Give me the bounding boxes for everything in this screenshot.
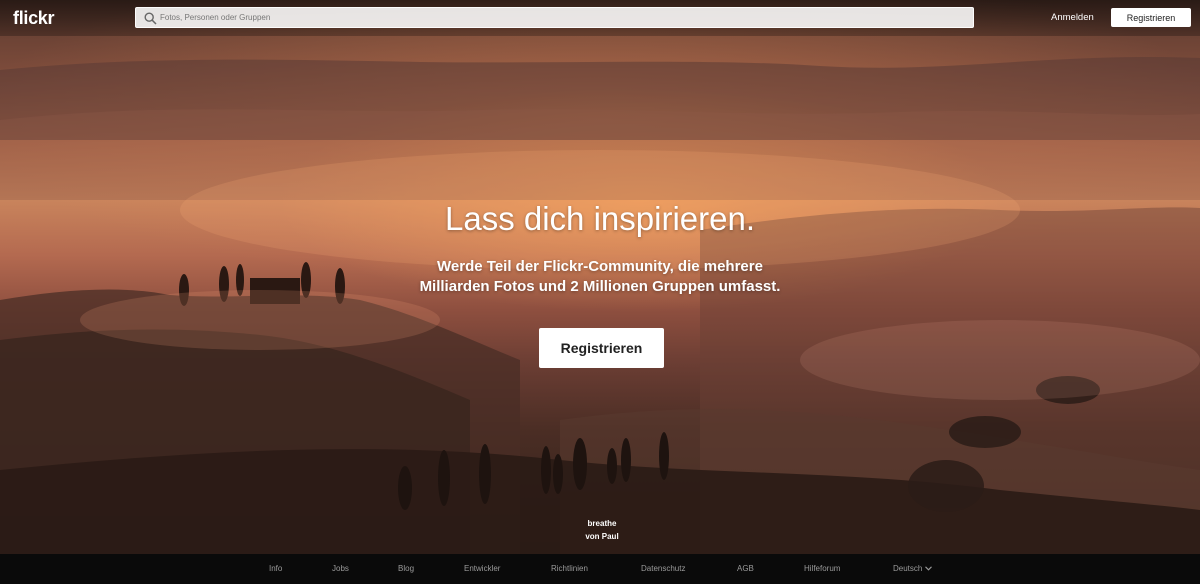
hero-subline: Werde Teil der Flickr-Community, die meh…: [419, 258, 781, 295]
photo-credit: breathe von Paul: [540, 517, 664, 543]
footer-link-entwickler[interactable]: Entwickler: [464, 564, 500, 573]
search-box[interactable]: [135, 7, 974, 28]
footer-link-hilfeforum[interactable]: Hilfeforum: [804, 564, 840, 573]
language-selector[interactable]: Deutsch: [893, 564, 933, 573]
signup-button-hero[interactable]: Registrieren: [539, 328, 664, 368]
footer-link-blog[interactable]: Blog: [398, 564, 414, 573]
top-navigation-bar: flickr Anmelden Registrieren: [0, 0, 1200, 36]
search-input[interactable]: [160, 8, 960, 27]
footer: Info Jobs Blog Entwickler Richtlinien Da…: [0, 554, 1200, 584]
login-link[interactable]: Anmelden: [1051, 12, 1094, 23]
footer-link-info[interactable]: Info: [269, 564, 282, 573]
flickr-logo[interactable]: flickr: [13, 8, 55, 29]
signup-button-header[interactable]: Registrieren: [1111, 8, 1191, 27]
footer-link-agb[interactable]: AGB: [737, 564, 754, 573]
footer-link-richtlinien[interactable]: Richtlinien: [551, 564, 588, 573]
photo-title-link[interactable]: breathe: [540, 517, 664, 530]
search-icon[interactable]: [144, 12, 157, 25]
footer-link-jobs[interactable]: Jobs: [332, 564, 349, 573]
hero-headline: Lass dich inspirieren.: [445, 200, 755, 237]
photo-author-link[interactable]: von Paul: [540, 530, 664, 543]
chevron-down-icon: [925, 566, 933, 571]
language-label: Deutsch: [893, 564, 923, 573]
footer-link-datenschutz[interactable]: Datenschutz: [641, 564, 685, 573]
